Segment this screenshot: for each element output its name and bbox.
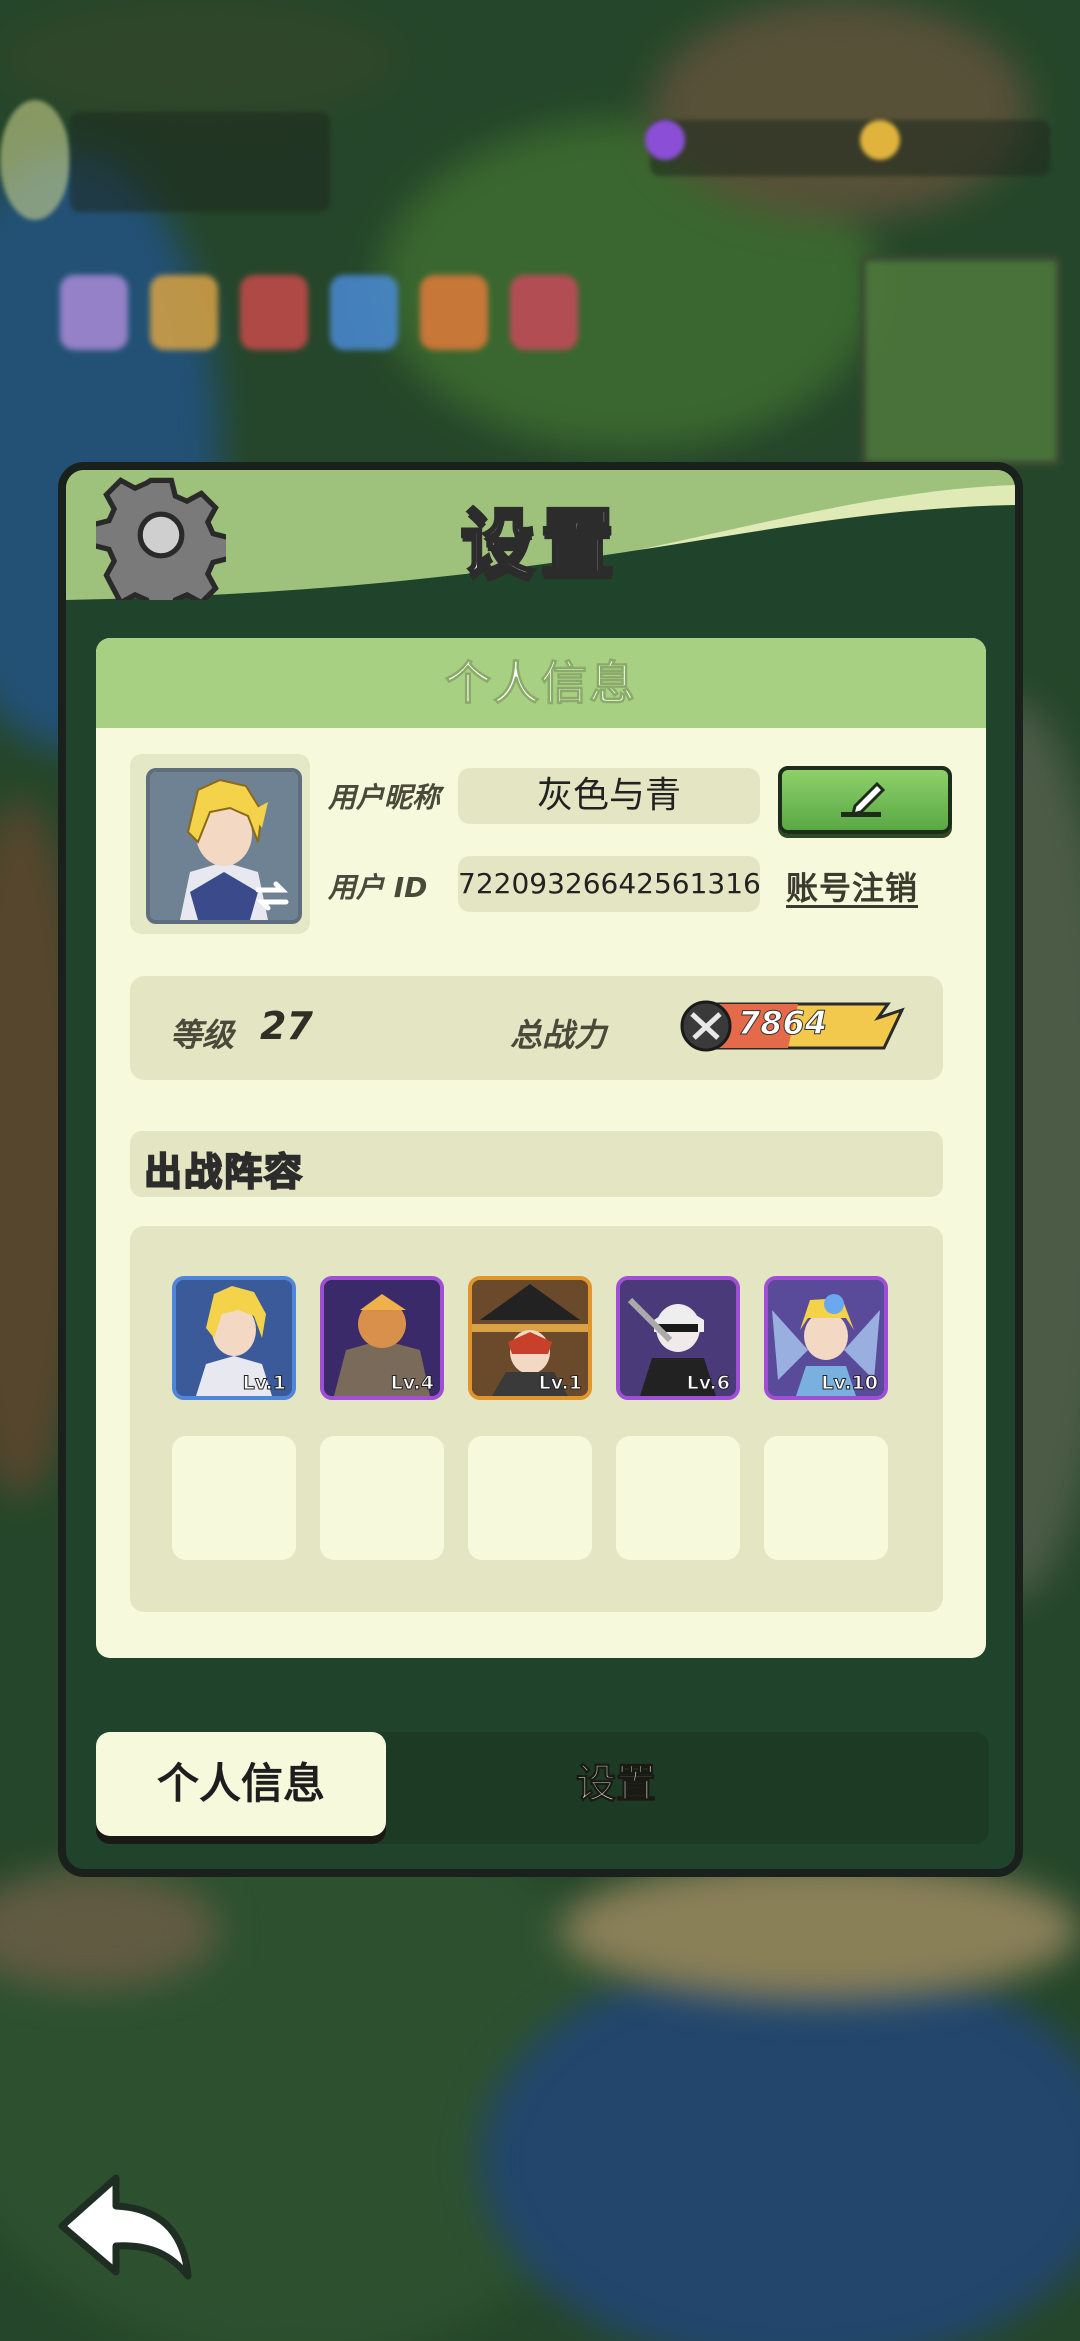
hero-level: Lv.4 bbox=[390, 1372, 434, 1395]
hud-currency-bar bbox=[650, 120, 1050, 176]
empty-hero-slot[interactable] bbox=[616, 1436, 740, 1560]
level-label: 等级 bbox=[170, 1016, 235, 1054]
hud-shortcut-icons bbox=[60, 275, 578, 350]
power-value: 7864 bbox=[737, 1004, 828, 1043]
lineup-grid: Lv.1 Lv.4 Lv.1 Lv.6 Lv.10 bbox=[130, 1226, 943, 1612]
hero-level: Lv.1 bbox=[242, 1372, 286, 1395]
personal-info-panel: 个人信息 用户昵称 灰色与青 用户 ID 72209326642561316 账… bbox=[96, 638, 986, 1658]
coin-icon bbox=[860, 120, 900, 160]
empty-hero-slot[interactable] bbox=[172, 1436, 296, 1560]
lineup-title: 出战阵容 bbox=[143, 1149, 305, 1195]
edit-nickname-button[interactable] bbox=[778, 766, 952, 834]
dialog-title: 设置 bbox=[459, 500, 621, 589]
tab-settings[interactable]: 设置 bbox=[516, 1732, 716, 1836]
hero-slot-5[interactable]: Lv.10 bbox=[764, 1276, 888, 1400]
power-badge: 7864 bbox=[678, 996, 908, 1056]
swap-icon[interactable] bbox=[252, 876, 292, 916]
power-label: 总战力 bbox=[510, 1016, 607, 1054]
minimap[interactable] bbox=[860, 255, 1062, 467]
empty-hero-slot[interactable] bbox=[764, 1436, 888, 1560]
back-arrow-icon[interactable] bbox=[56, 2172, 196, 2282]
hud-player-bar bbox=[70, 112, 330, 212]
user-id-field: 72209326642561316 bbox=[458, 856, 761, 912]
avatar-portrait bbox=[146, 768, 302, 924]
hero-slot-4[interactable]: Lv.6 bbox=[616, 1276, 740, 1400]
level-value: 27 bbox=[260, 1004, 313, 1048]
hero-slot-3[interactable]: Lv.1 bbox=[468, 1276, 592, 1400]
user-id-label: 用户 ID bbox=[328, 871, 428, 904]
stats-bar: 等级 27 总战力 7864 bbox=[130, 976, 943, 1080]
avatar[interactable] bbox=[130, 754, 310, 934]
empty-hero-slot[interactable] bbox=[468, 1436, 592, 1560]
nickname-field: 灰色与青 bbox=[458, 768, 760, 824]
hero-level: Lv.1 bbox=[538, 1372, 582, 1395]
hero-slot-1[interactable]: Lv.1 bbox=[172, 1276, 296, 1400]
settings-dialog: 设置 个人信息 用户昵称 灰色与青 用户 ID 7220932664256131… bbox=[58, 462, 1023, 1877]
gem-icon bbox=[645, 120, 685, 160]
lineup-title-bar: 出战阵容 bbox=[130, 1131, 943, 1197]
hero-level: Lv.6 bbox=[686, 1372, 730, 1395]
empty-hero-slot[interactable] bbox=[320, 1436, 444, 1560]
hero-slot-2[interactable]: Lv.4 bbox=[320, 1276, 444, 1400]
dialog-tab-bar: 个人信息 设置 bbox=[96, 1732, 989, 1844]
pencil-icon bbox=[841, 781, 886, 817]
tab-personal-info[interactable]: 个人信息 bbox=[96, 1732, 386, 1836]
nickname-label: 用户昵称 bbox=[328, 781, 441, 814]
hud-avatar[interactable] bbox=[0, 100, 70, 220]
account-cancel-link[interactable]: 账号注销 bbox=[786, 863, 918, 909]
hero-level: Lv.10 bbox=[821, 1372, 879, 1395]
personal-info-header: 个人信息 bbox=[96, 638, 986, 728]
